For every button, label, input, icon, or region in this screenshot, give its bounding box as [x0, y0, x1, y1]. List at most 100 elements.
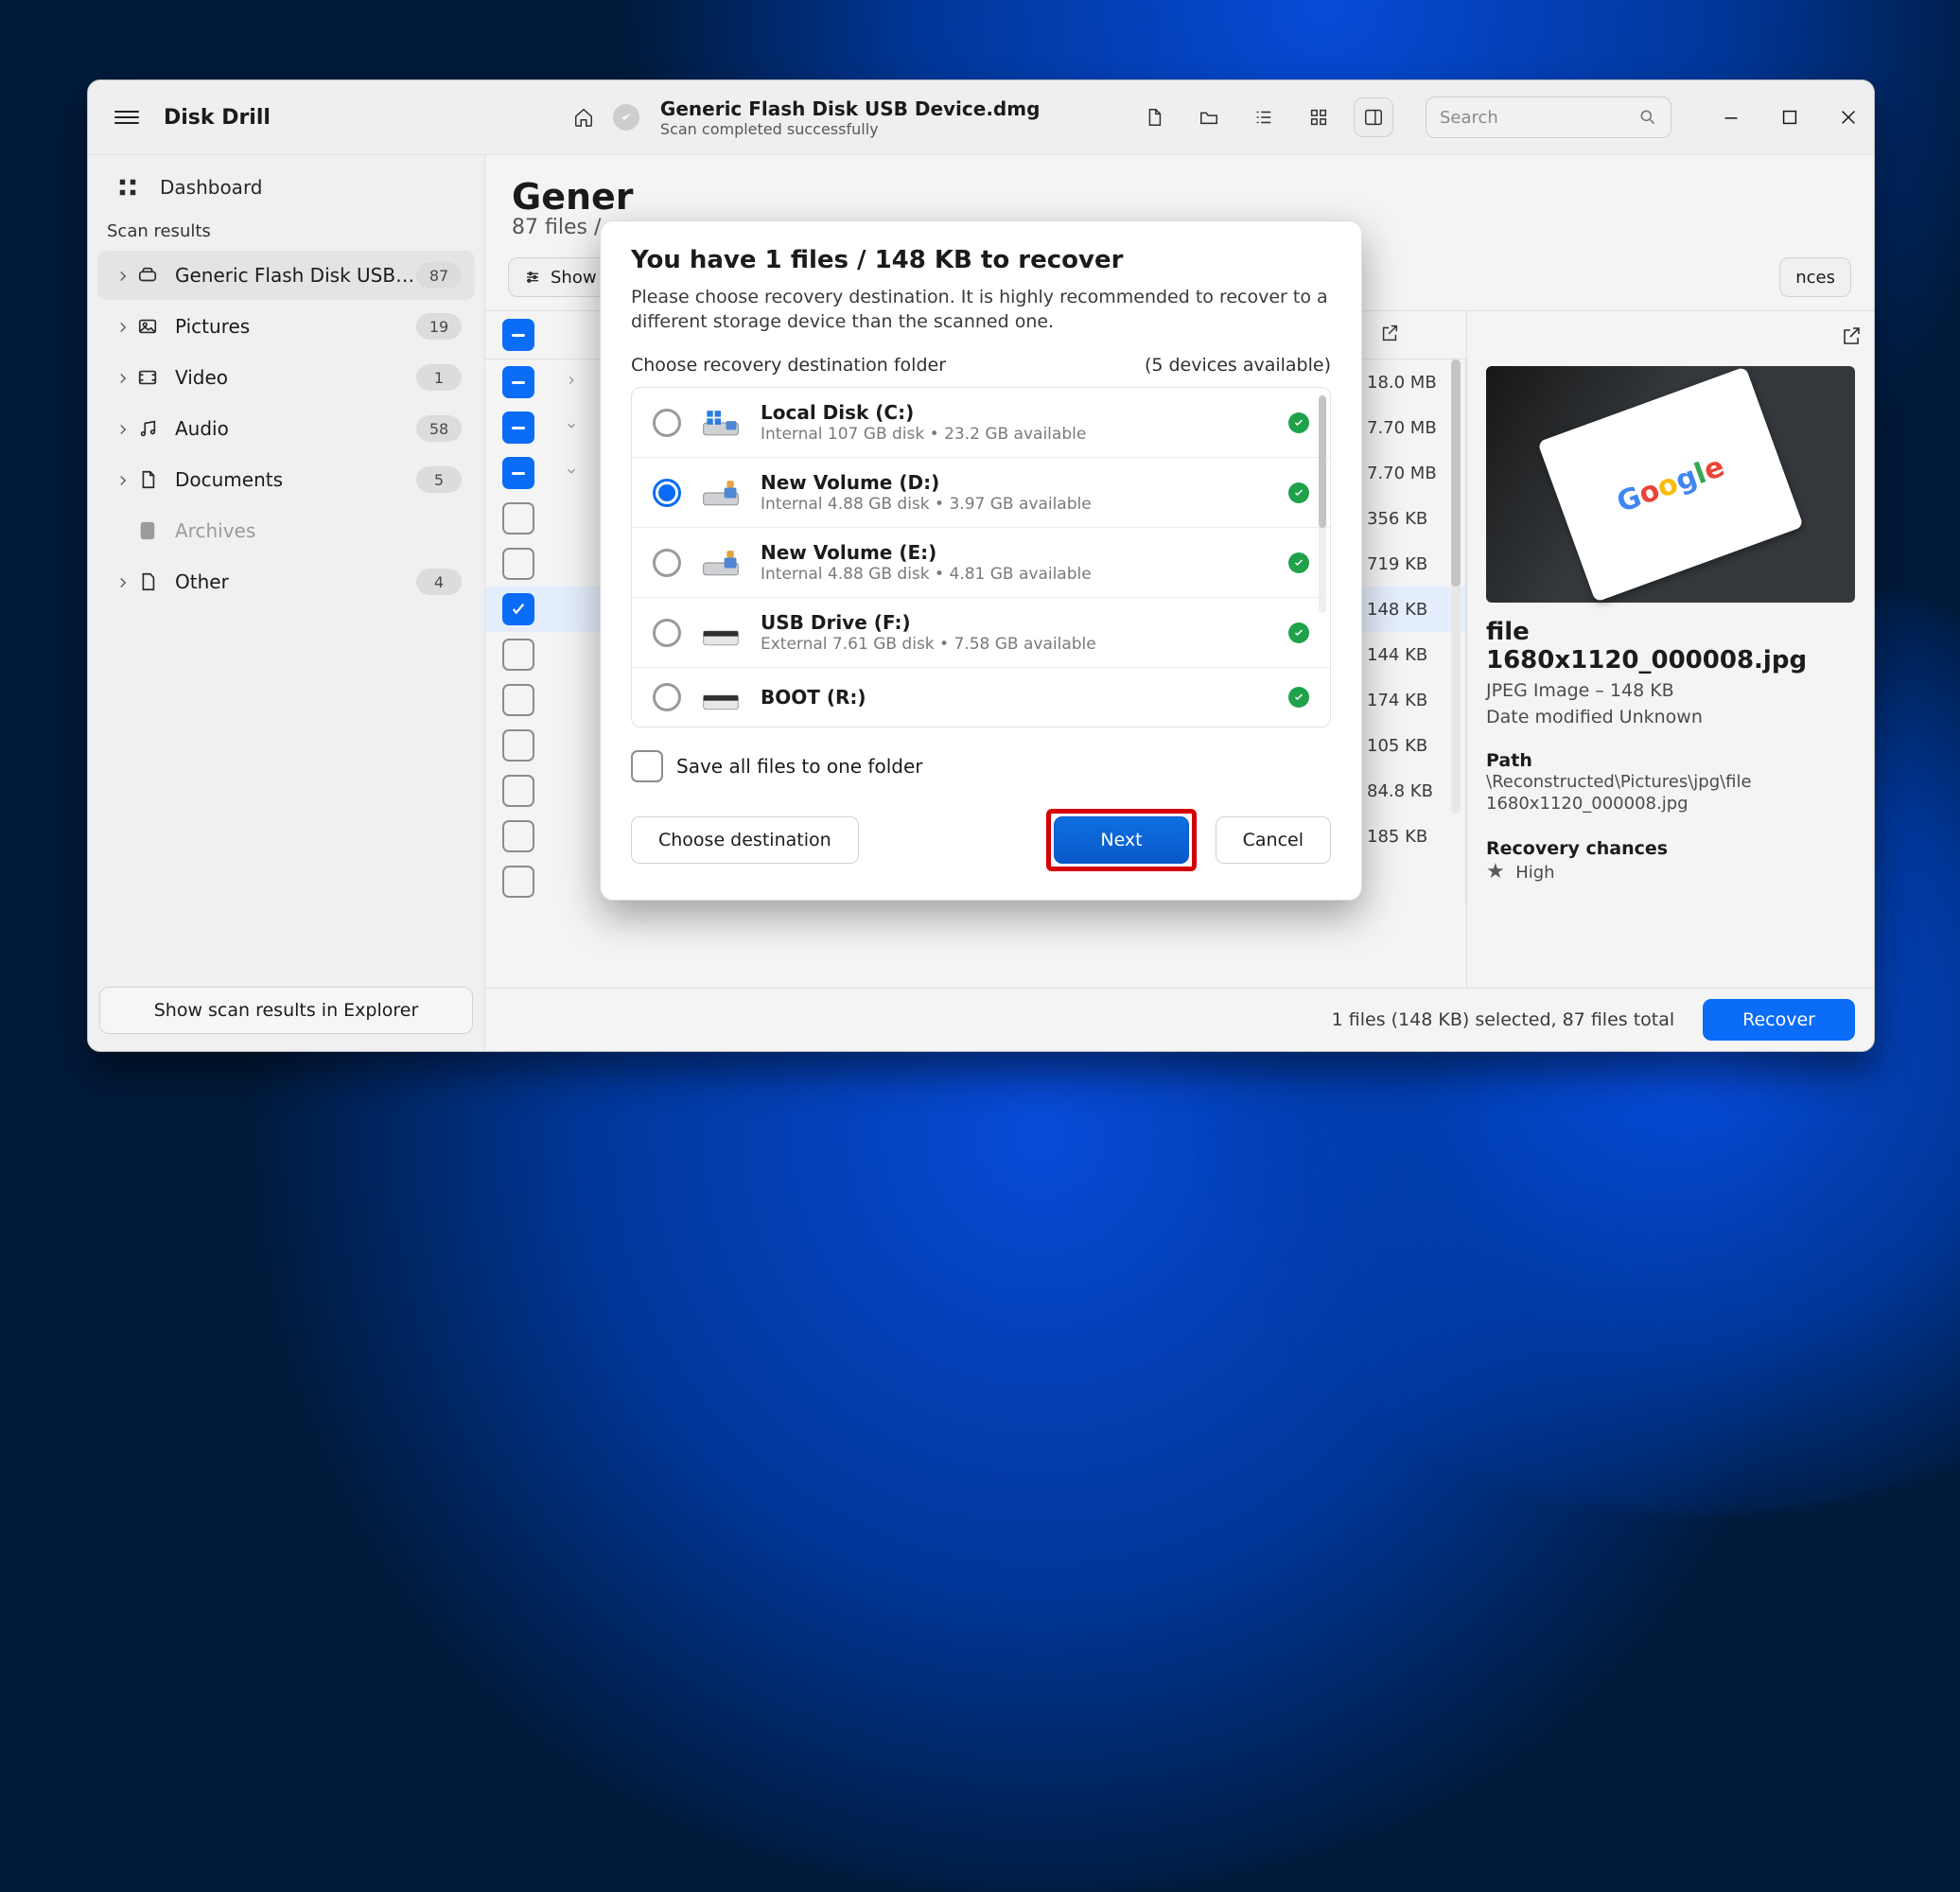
recover-label: Recover	[1742, 1009, 1815, 1030]
destination-details: Internal 107 GB disk • 23.2 GB available	[761, 425, 1086, 444]
category-icon	[137, 316, 158, 337]
folder-icon[interactable]	[1189, 97, 1229, 137]
close-icon[interactable]	[1838, 107, 1859, 128]
recover-button[interactable]: Recover	[1703, 999, 1855, 1041]
new-file-icon[interactable]	[1134, 97, 1174, 137]
home-icon[interactable]	[564, 97, 604, 137]
row-checkbox[interactable]	[502, 593, 534, 625]
chevron-right-icon	[114, 471, 131, 488]
destination-radio[interactable]	[653, 409, 681, 437]
row-checkbox[interactable]	[502, 639, 534, 671]
list-view-icon[interactable]	[1244, 97, 1284, 137]
status-ok-icon	[1288, 552, 1309, 573]
destination-item[interactable]: Local Disk (C:)Internal 107 GB disk • 23…	[632, 388, 1330, 458]
category-label: Generic Flash Disk USB D...	[175, 264, 416, 287]
source-name: Generic Flash Disk USB Device.dmg	[660, 97, 1040, 120]
chances-button[interactable]: nces	[1779, 257, 1851, 297]
maximize-icon[interactable]	[1779, 107, 1800, 128]
sidebar-item[interactable]: Archives	[97, 506, 475, 555]
disk-icon	[700, 617, 742, 649]
sidebar-item[interactable]: Audio58	[97, 404, 475, 453]
choose-destination-button[interactable]: Choose destination	[631, 816, 859, 864]
sidebar-item[interactable]: Other4	[97, 557, 475, 606]
destination-radio[interactable]	[653, 683, 681, 711]
sidebar-item[interactable]: Documents5	[97, 455, 475, 504]
next-button[interactable]: Next	[1054, 816, 1188, 864]
status-ok-icon	[1288, 622, 1309, 643]
expand-icon[interactable]	[1840, 324, 1863, 347]
select-all-checkbox[interactable]	[502, 319, 534, 351]
next-button-highlight: Next	[1046, 809, 1196, 871]
sliders-icon	[524, 269, 541, 286]
menu-icon[interactable]	[97, 97, 156, 137]
search-placeholder: Search	[1440, 108, 1498, 128]
row-checkbox[interactable]	[502, 729, 534, 762]
save-all-checkbox[interactable]	[631, 750, 663, 782]
grid-view-icon[interactable]	[1299, 97, 1339, 137]
dest-label: Choose recovery destination folder	[631, 355, 946, 376]
destination-name: Local Disk (C:)	[761, 401, 1086, 424]
destination-details: Internal 4.88 GB disk • 3.97 GB availabl…	[761, 495, 1092, 514]
sidebar-item[interactable]: Pictures19	[97, 302, 475, 351]
filter-button[interactable]: Show	[508, 257, 613, 297]
row-checkbox[interactable]	[502, 548, 534, 580]
destination-name: New Volume (D:)	[761, 471, 1092, 494]
grid-icon	[116, 176, 139, 199]
chevron-down-icon[interactable]	[565, 419, 578, 436]
destination-name: New Volume (E:)	[761, 541, 1092, 564]
open-external-column	[1379, 323, 1445, 348]
sidebar: Dashboard Scan results Generic Flash Dis…	[88, 155, 485, 1051]
category-label: Archives	[175, 519, 462, 542]
category-icon	[137, 469, 158, 490]
row-checkbox[interactable]	[502, 820, 534, 852]
next-label: Next	[1100, 830, 1142, 850]
disk-icon	[700, 547, 742, 579]
row-checkbox[interactable]	[502, 684, 534, 716]
open-in-explorer-button[interactable]: Show scan results in Explorer	[99, 987, 473, 1034]
category-icon	[137, 367, 158, 388]
disk-icon	[700, 681, 742, 713]
destination-scrollbar[interactable]	[1319, 395, 1326, 613]
cancel-button[interactable]: Cancel	[1216, 816, 1331, 864]
chevron-down-icon[interactable]	[565, 464, 578, 482]
search-input[interactable]: Search	[1426, 96, 1671, 138]
category-label: Other	[175, 570, 416, 593]
source-status: Scan completed successfully	[660, 122, 1040, 137]
destination-details: External 7.61 GB disk • 7.58 GB availabl…	[761, 635, 1096, 654]
row-checkbox[interactable]	[502, 457, 534, 489]
preview-thumbnail: Google	[1486, 366, 1855, 603]
row-checkbox[interactable]	[502, 366, 534, 398]
chevron-right-icon	[114, 318, 131, 335]
destination-radio[interactable]	[653, 479, 681, 507]
destination-item[interactable]: New Volume (D:)Internal 4.88 GB disk • 3…	[632, 458, 1330, 528]
save-all-toggle[interactable]: Save all files to one folder	[631, 750, 1331, 782]
destination-item[interactable]: New Volume (E:)Internal 4.88 GB disk • 4…	[632, 528, 1330, 598]
sidebar-item[interactable]: Video1	[97, 353, 475, 402]
dashboard-link[interactable]: Dashboard	[88, 163, 484, 212]
panel-toggle-icon[interactable]	[1354, 97, 1393, 137]
scan-complete-icon	[613, 104, 639, 131]
row-checkbox[interactable]	[502, 866, 534, 898]
category-label: Documents	[175, 468, 416, 491]
destination-item[interactable]: BOOT (R:)	[632, 668, 1330, 727]
destination-radio[interactable]	[653, 549, 681, 577]
dialog-description: Please choose recovery destination. It i…	[631, 286, 1331, 334]
row-checkbox[interactable]	[502, 412, 534, 444]
row-checkbox[interactable]	[502, 775, 534, 807]
destination-item[interactable]: USB Drive (F:)External 7.61 GB disk • 7.…	[632, 598, 1330, 668]
category-label: Audio	[175, 417, 416, 440]
chevron-right-icon[interactable]	[565, 374, 578, 391]
open-external-icon	[1379, 323, 1400, 343]
sidebar-item[interactable]: Generic Flash Disk USB D...87	[97, 251, 475, 300]
destination-radio[interactable]	[653, 619, 681, 647]
row-checkbox[interactable]	[502, 502, 534, 534]
category-label: Pictures	[175, 315, 416, 338]
dialog-title: You have 1 files / 148 KB to recover	[631, 246, 1331, 274]
cancel-label: Cancel	[1243, 830, 1304, 850]
minimize-icon[interactable]	[1721, 107, 1741, 128]
app-title: Disk Drill	[164, 106, 271, 130]
category-icon	[137, 571, 158, 592]
results-scrollbar[interactable]	[1451, 359, 1461, 814]
filter-label: Show	[551, 268, 597, 288]
choose-destination-label: Choose destination	[658, 830, 831, 850]
